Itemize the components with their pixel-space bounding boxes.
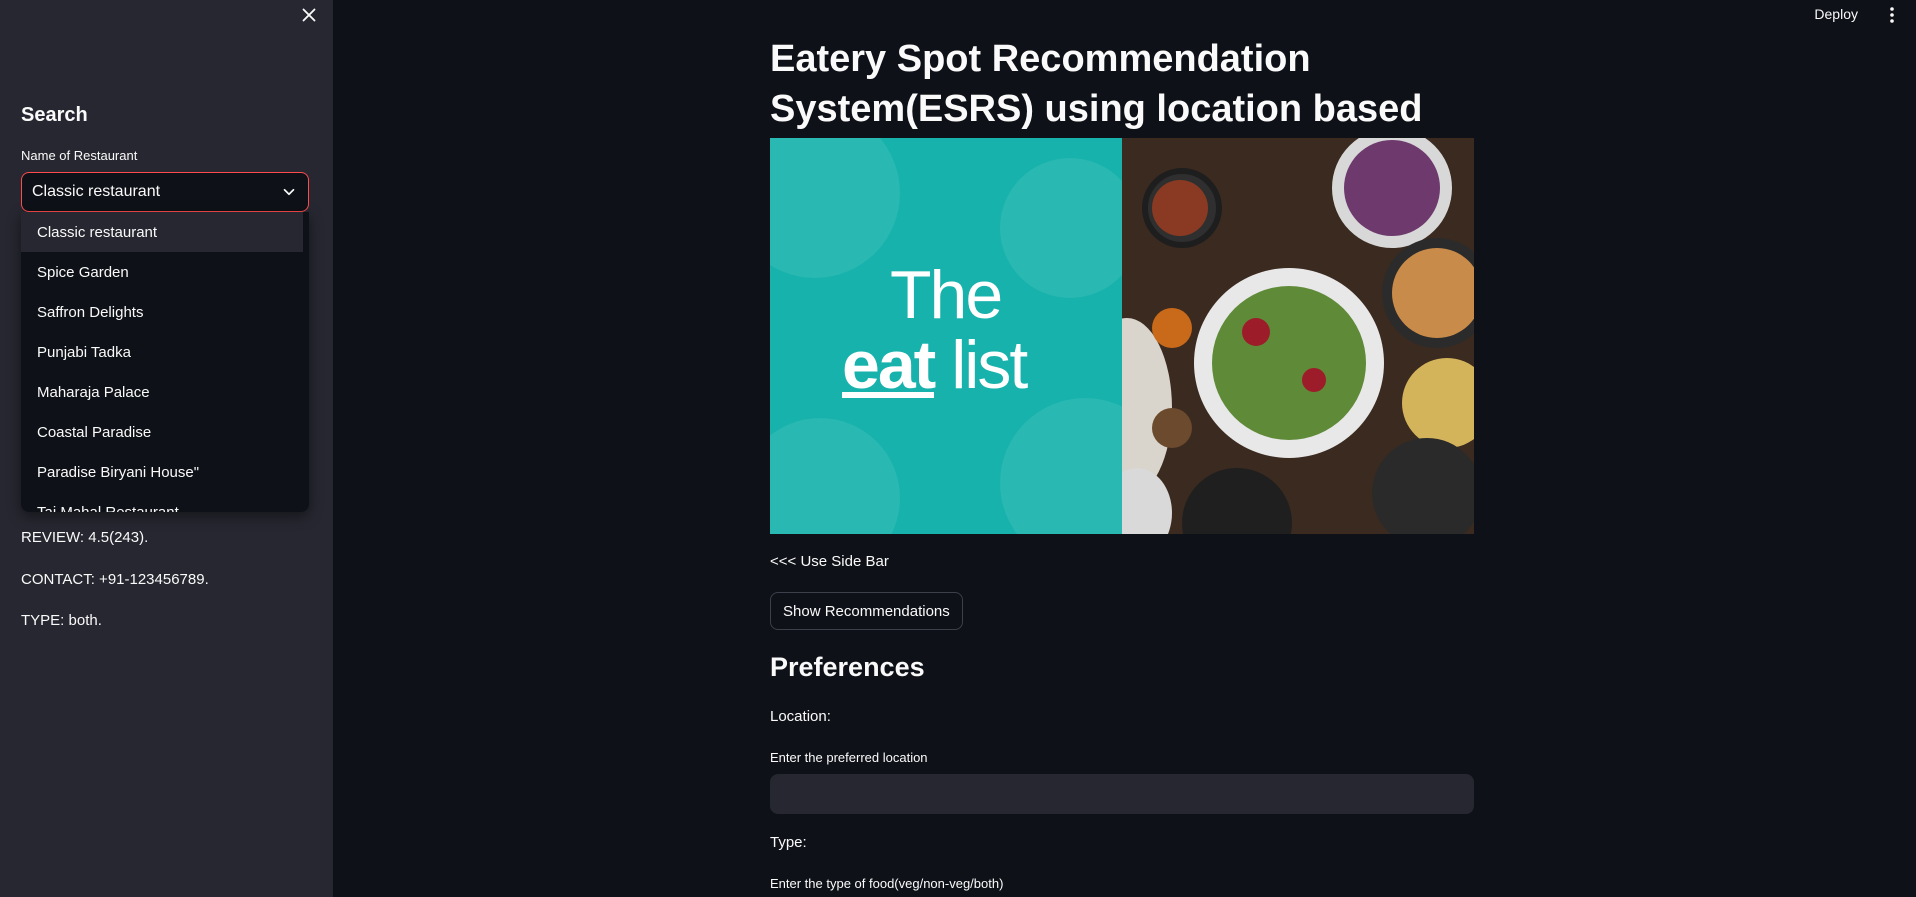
type-text: TYPE: both.: [21, 612, 102, 629]
dropdown-option[interactable]: Coastal Paradise: [21, 412, 309, 452]
food-photo: [1122, 138, 1474, 534]
dropdown-option[interactable]: Saffron Delights: [21, 292, 309, 332]
logo-eat: eat: [842, 327, 936, 403]
hero-image: The eat list: [770, 138, 1474, 534]
type-field-label: Enter the type of food(veg/non-veg/both): [770, 876, 1004, 891]
sidebar-hint: <<< Use Side Bar: [770, 553, 889, 570]
deploy-button[interactable]: Deploy: [1814, 6, 1858, 22]
contact-text: CONTACT: +91-123456789.: [21, 571, 209, 588]
dropdown-option[interactable]: Taj Mahal Restaurant: [21, 492, 309, 513]
preferences-heading: Preferences: [770, 652, 925, 682]
close-icon[interactable]: [298, 4, 320, 26]
logo-list: list: [951, 327, 1028, 403]
show-recommendations-button[interactable]: Show Recommendations: [770, 592, 963, 630]
location-field-label: Enter the preferred location: [770, 750, 928, 765]
eat-list-logo-panel: The eat list: [770, 138, 1122, 534]
restaurant-select-label: Name of Restaurant: [21, 148, 138, 163]
chevron-down-icon: [283, 188, 295, 196]
dropdown-option[interactable]: Maharaja Palace: [21, 372, 309, 412]
dropdown-option[interactable]: Paradise Biryani House": [21, 452, 309, 492]
dropdown-option[interactable]: Punjabi Tadka: [21, 332, 309, 372]
eat-list-logo: The eat list: [842, 260, 1062, 400]
location-input[interactable]: [770, 774, 1474, 814]
restaurant-select-value: Classic restaurant: [32, 183, 161, 200]
restaurant-dropdown: Classic restaurant Spice Garden Saffron …: [21, 212, 309, 512]
more-menu-icon[interactable]: [1882, 4, 1902, 26]
type-label: Type:: [770, 834, 807, 851]
logo-the: The: [890, 257, 1003, 333]
sidebar-heading: Search: [21, 104, 88, 126]
dropdown-option[interactable]: Classic restaurant: [21, 212, 303, 252]
review-text: REVIEW: 4.5(243).: [21, 529, 149, 546]
restaurant-select[interactable]: Classic restaurant: [21, 172, 309, 212]
sidebar: Search Name of Restaurant Classic restau…: [0, 0, 333, 897]
location-label: Location:: [770, 708, 831, 725]
dropdown-option[interactable]: Spice Garden: [21, 252, 309, 292]
